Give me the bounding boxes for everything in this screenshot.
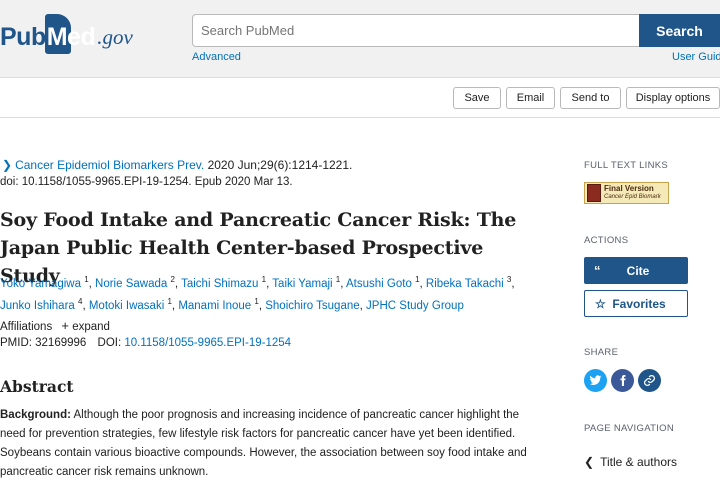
share-icons xyxy=(584,369,661,392)
full-text-link-badge[interactable]: Final Version Cancer Epid Biomark xyxy=(584,182,669,204)
background-text: Although the poor prognosis and increasi… xyxy=(0,409,527,478)
author-link[interactable]: Norie Sawada xyxy=(95,278,167,290)
user-guide-link[interactable]: User Guide xyxy=(672,51,720,63)
author-link[interactable]: Atsushi Goto xyxy=(346,278,412,290)
logo-text-pub: Pub xyxy=(0,23,46,51)
nav-title-authors-label: Title & authors xyxy=(600,455,677,469)
background-label: Background: xyxy=(0,409,71,421)
chevron-left-icon: ❮ xyxy=(584,455,595,469)
author-list: Yoko Yamagiwa 1, Norie Sawada 2, Taichi … xyxy=(0,275,515,312)
chevron-right-icon: ❯ xyxy=(2,158,13,172)
author-link[interactable]: JPHC Study Group xyxy=(366,300,464,312)
twitter-icon[interactable] xyxy=(584,369,607,392)
favorites-label: Favorites xyxy=(612,296,666,311)
pubmed-logo[interactable]: Pub Med .gov xyxy=(0,12,133,54)
facebook-icon[interactable] xyxy=(611,369,634,392)
article-toolbar: Save Email Send to Display options xyxy=(0,78,720,118)
author-link[interactable]: Junko Ishihara xyxy=(0,300,75,312)
affiliations-label: Affiliations xyxy=(0,321,53,333)
search-field[interactable] xyxy=(192,14,640,47)
nav-title-authors[interactable]: ❮ Title & authors xyxy=(584,455,677,469)
site-header: Pub Med .gov Search Advanced User Guide xyxy=(0,0,720,78)
pmid-doi-line: PMID: 32169996 DOI: 10.1158/1055-9965.EP… xyxy=(0,337,291,349)
favorites-button[interactable]: ☆ Favorites xyxy=(584,290,688,317)
expand-label[interactable]: expand xyxy=(72,321,110,333)
doi-epub-line: doi: 10.1158/1055-9965.EPI-19-1254. Epub… xyxy=(0,176,293,188)
logo-text-med: Med xyxy=(46,23,96,51)
display-options-button[interactable]: Display options xyxy=(626,87,720,109)
cite-button[interactable]: “ Cite xyxy=(584,257,688,284)
author-link[interactable]: Motoki Iwasaki xyxy=(89,300,164,312)
share-label: SHARE xyxy=(584,347,619,358)
logo-med-mark: Med xyxy=(44,14,96,54)
author-link[interactable]: Shoichiro Tsugane xyxy=(265,300,359,312)
pmid: PMID: 32169996 xyxy=(0,337,87,349)
author-link[interactable]: Taiki Yamaji xyxy=(272,278,332,290)
search-input[interactable] xyxy=(193,15,640,46)
journal-link[interactable]: Cancer Epidemiol Biomarkers Prev. xyxy=(15,158,204,172)
author-link[interactable]: Yoko Yamagiwa xyxy=(0,278,81,290)
send-to-button[interactable]: Send to xyxy=(560,87,621,109)
advanced-search-link[interactable]: Advanced xyxy=(192,51,241,63)
doi-label: DOI: xyxy=(97,337,125,349)
email-button[interactable]: Email xyxy=(506,87,555,109)
journal-cover-icon xyxy=(587,184,601,202)
abstract-heading: Abstract xyxy=(0,377,74,396)
badge-line-2: Cancer Epid Biomark xyxy=(604,194,661,200)
page-navigation-label: PAGE NAVIGATION xyxy=(584,423,675,434)
abstract-text: Background: Although the poor prognosis … xyxy=(0,406,540,480)
citation-details: 2020 Jun;29(6):1214-1221. xyxy=(204,158,353,172)
author-link[interactable]: Taichi Shimazu xyxy=(181,278,258,290)
permalink-icon[interactable] xyxy=(638,369,661,392)
badge-line-1: Final Version xyxy=(604,184,654,193)
logo-text-gov: .gov xyxy=(97,25,133,49)
search-button[interactable]: Search xyxy=(639,14,720,47)
save-button[interactable]: Save xyxy=(453,87,501,109)
actions-label: ACTIONS xyxy=(584,235,629,246)
journal-citation: ❯ Cancer Epidemiol Biomarkers Prev. 2020 … xyxy=(2,158,352,172)
full-text-links-label: FULL TEXT LINKS xyxy=(584,160,669,171)
author-link[interactable]: Ribeka Takachi xyxy=(426,278,504,290)
plus-icon: + xyxy=(61,318,70,333)
affiliations-toggle[interactable]: Affiliations + expand xyxy=(0,318,110,333)
cite-label: Cite xyxy=(626,263,650,278)
author-link[interactable]: Manami Inoue xyxy=(178,300,251,312)
doi-link[interactable]: 10.1158/1055-9965.EPI-19-1254 xyxy=(124,337,291,349)
